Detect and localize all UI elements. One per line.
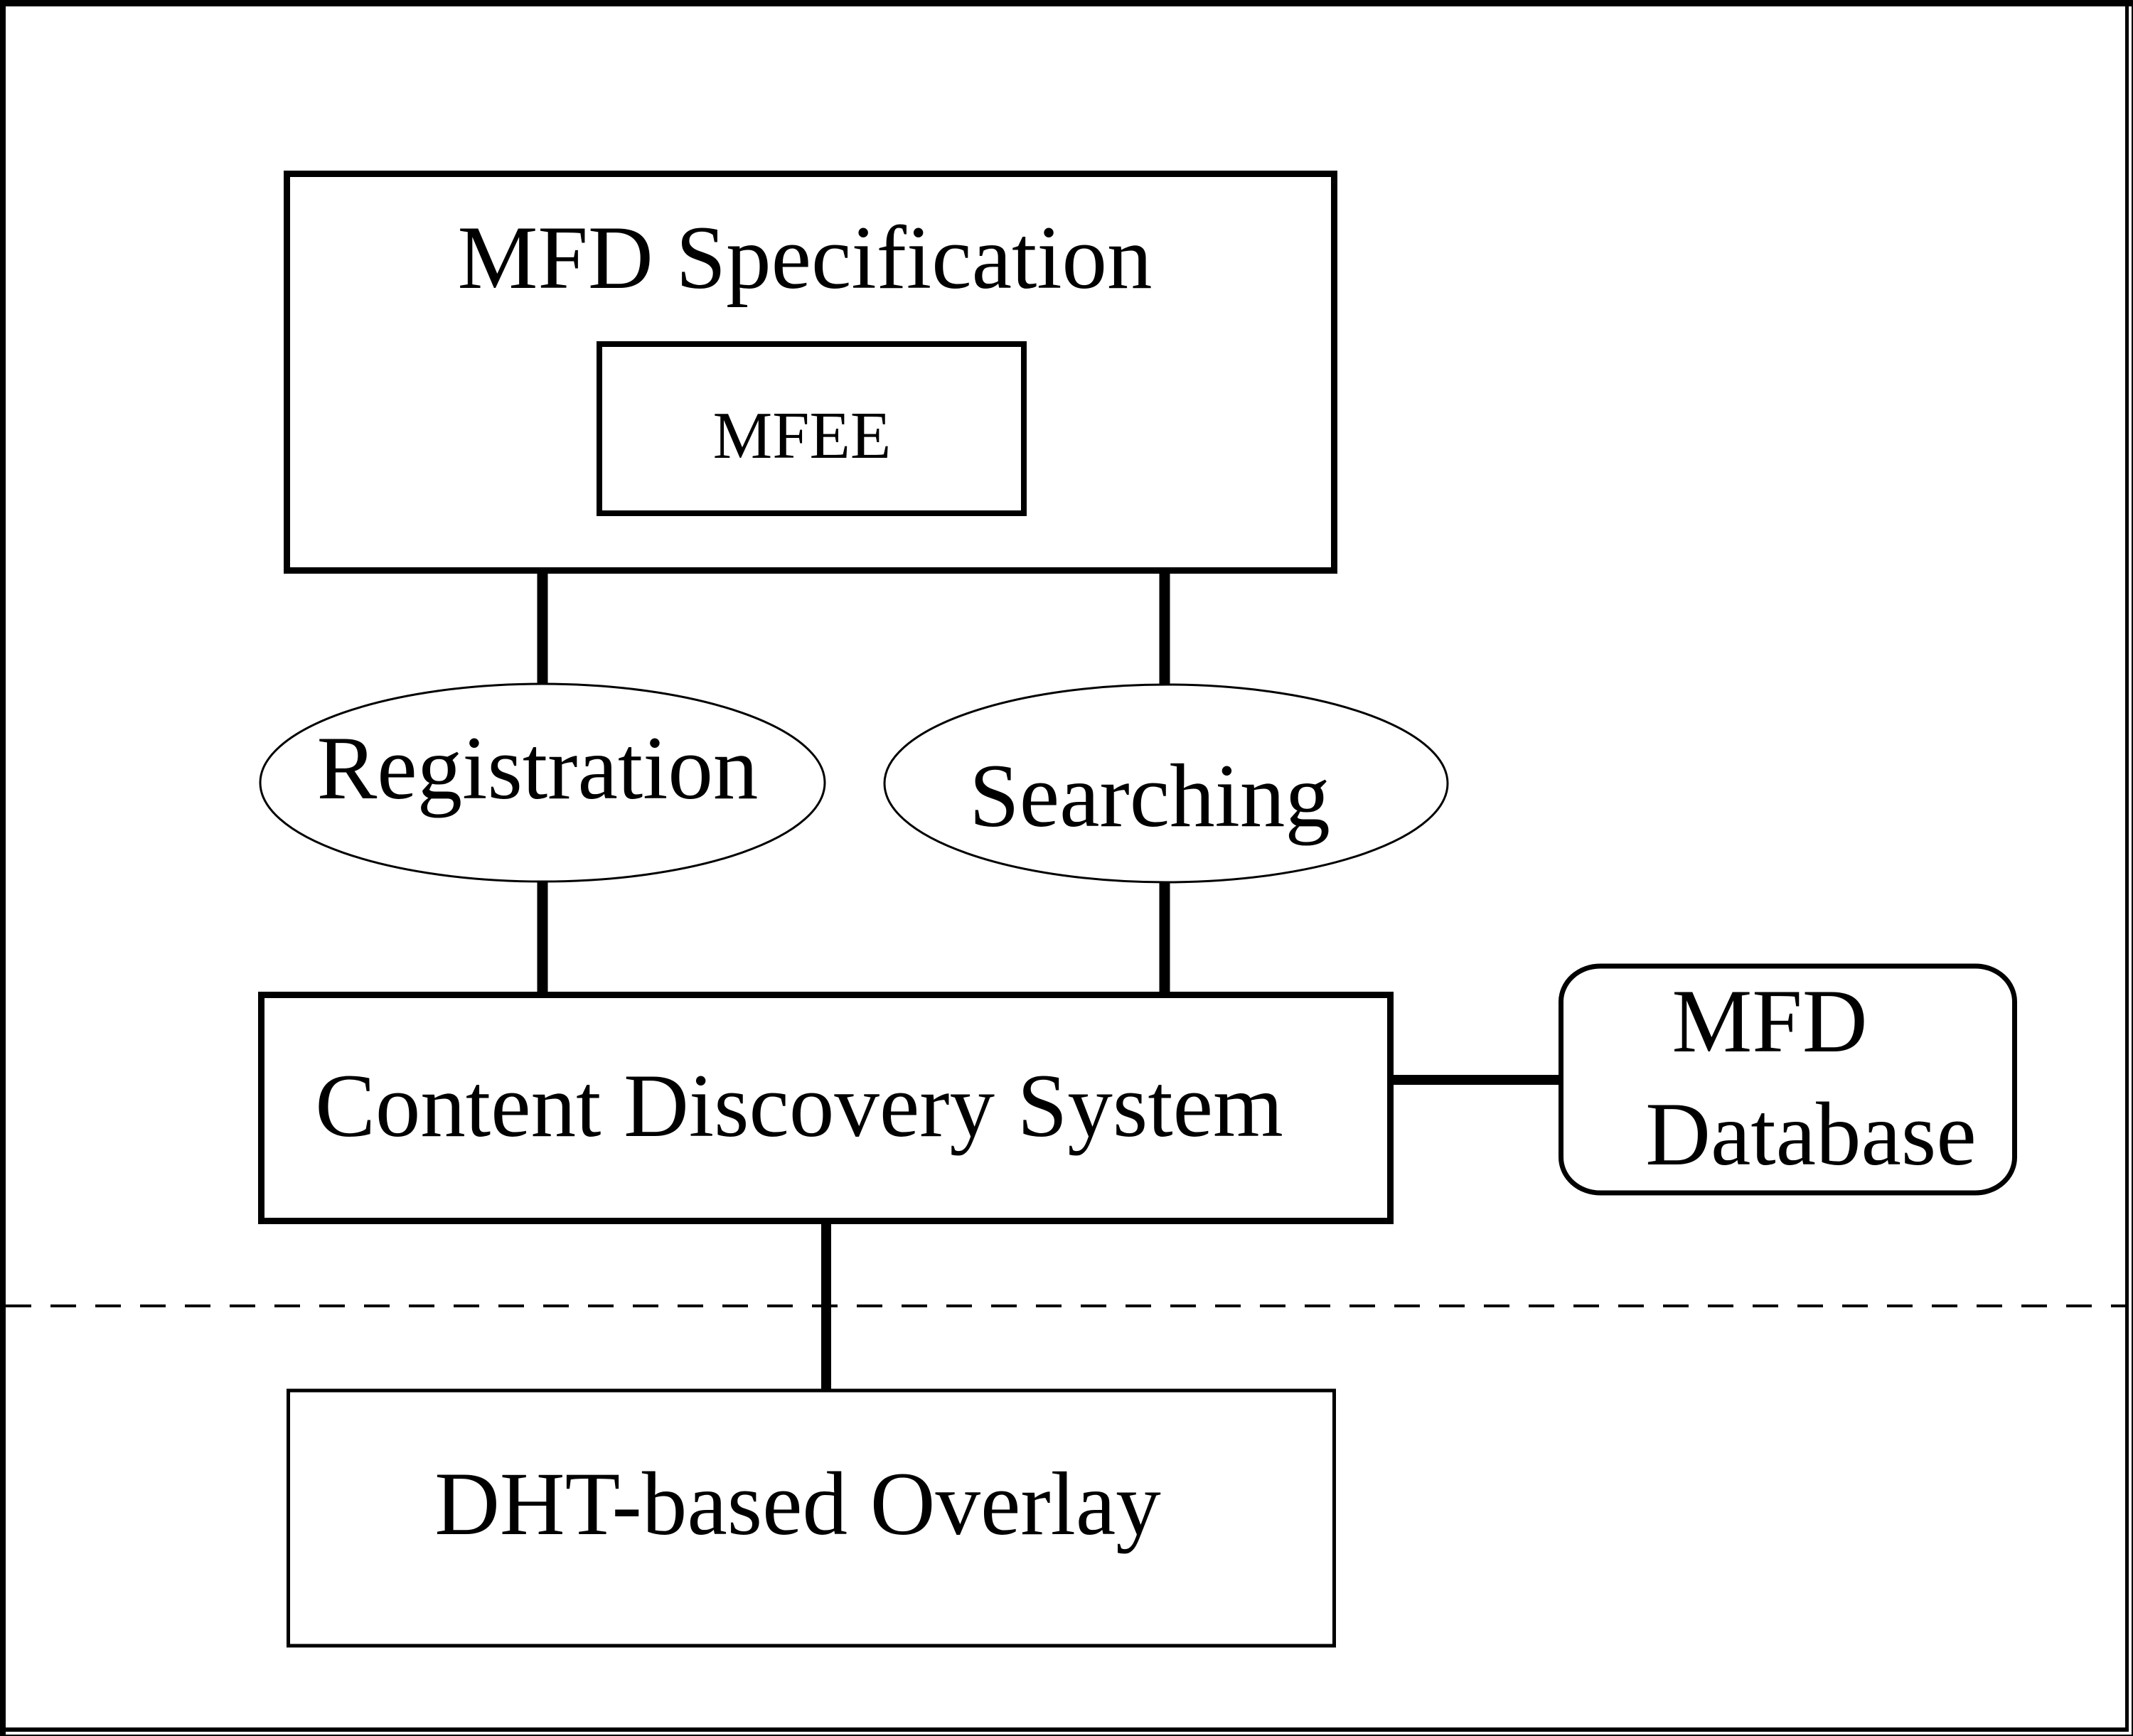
frame-left-edge: [0, 0, 6, 1736]
architecture-diagram: MFD Specification MFEE Registration Sear…: [0, 0, 2133, 1736]
searching-label: Searching: [969, 746, 1330, 846]
registration-node[interactable]: Registration: [259, 682, 826, 883]
registration-label: Registration: [317, 719, 759, 818]
mfd-specification-node[interactable]: MFD Specification MFEE: [284, 171, 1337, 574]
dht-overlay-node[interactable]: DHT-based Overlay: [287, 1388, 1336, 1648]
frame-bottom-edge-inner: [0, 1727, 2129, 1732]
frame-top-edge: [0, 0, 2133, 6]
content-discovery-system-label: Content Discovery System: [315, 1056, 1283, 1156]
searching-node[interactable]: Searching: [883, 683, 1449, 884]
frame-right-edge-inner: [2125, 0, 2129, 1732]
mfee-label: MFEE: [713, 399, 892, 473]
dht-overlay-label: DHT-based Overlay: [434, 1454, 1161, 1554]
mfd-database-node[interactable]: MFD Database: [1559, 963, 2017, 1196]
mfd-database-label-line1: MFD: [1672, 972, 1867, 1071]
mfd-specification-label: MFD Specification: [457, 208, 1152, 308]
content-discovery-system-node[interactable]: Content Discovery System: [258, 992, 1394, 1224]
mfee-node[interactable]: MFEE: [597, 341, 1027, 516]
mfd-database-label-line2: Database: [1645, 1085, 1976, 1184]
